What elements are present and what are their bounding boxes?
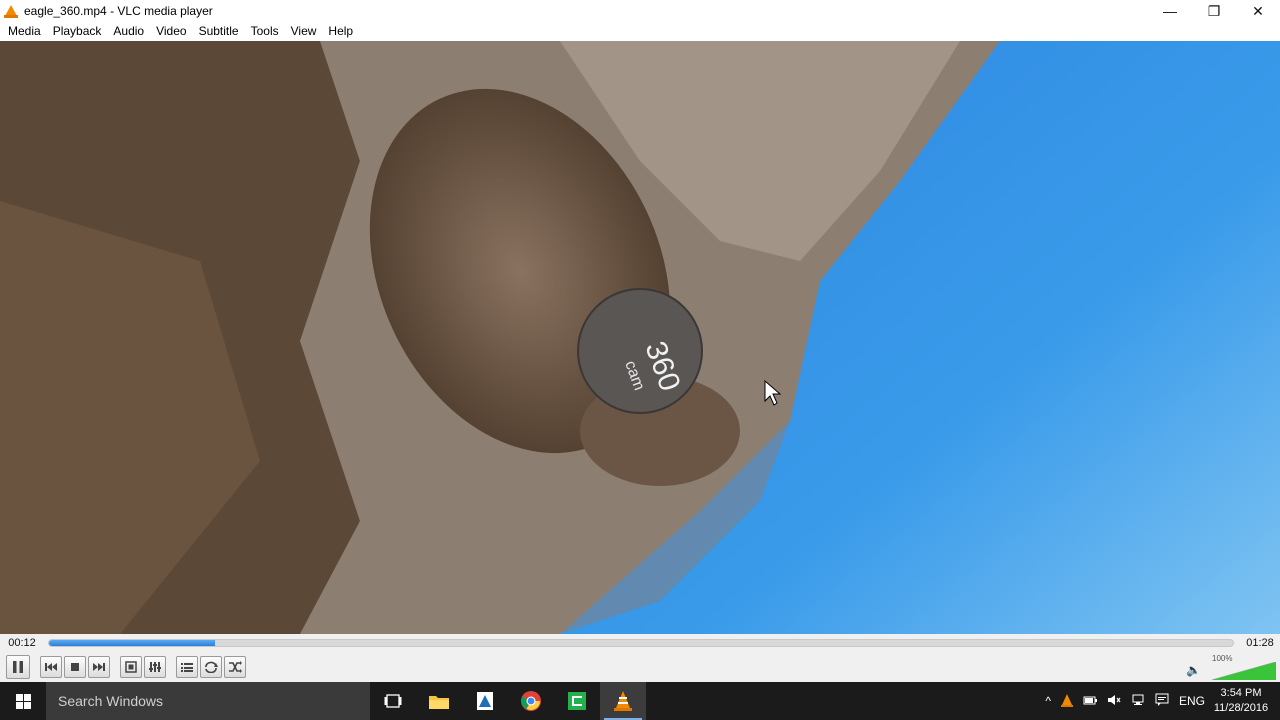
app-button-2[interactable] [462,682,508,720]
menu-video[interactable]: Video [150,22,192,41]
language-indicator[interactable]: ENG [1174,694,1210,708]
video-scene: 360 cam [0,41,1280,634]
action-center-icon[interactable] [1150,693,1174,709]
playlist-icon [181,663,193,672]
menu-playback[interactable]: Playback [47,22,108,41]
seek-bar: 00:12 01:28 [0,634,1280,652]
vlc-cone-icon [4,4,18,18]
elapsed-time: 00:12 [8,637,36,649]
chevron-up-icon[interactable]: ^ [1040,694,1056,708]
playlist-button[interactable] [176,656,198,678]
previous-button[interactable] [40,656,62,678]
vlc-tray-icon[interactable] [1056,693,1078,710]
pause-button[interactable] [6,655,30,679]
window-title: eagle_360.mp4 - VLC media player [24,4,213,18]
app-button-camtasia[interactable] [554,682,600,720]
total-time: 01:28 [1246,637,1274,649]
minimize-button[interactable]: — [1148,0,1192,22]
menu-bar: Media Playback Audio Video Subtitle Tool… [0,22,1280,41]
search-box[interactable]: Search Windows [46,682,370,720]
next-icon [93,663,105,671]
menu-subtitle[interactable]: Subtitle [193,22,245,41]
network-icon[interactable] [1126,694,1150,709]
chrome-button[interactable] [508,682,554,720]
loop-icon [205,661,218,673]
green-app-icon [568,692,586,710]
restore-button[interactable]: ❐ [1192,0,1236,22]
fullscreen-button[interactable] [120,656,142,678]
folder-icon [429,696,449,709]
close-button[interactable]: ✕ [1236,0,1280,22]
stop-button[interactable] [64,656,86,678]
volume-muted-icon[interactable] [1102,694,1126,709]
clock-time: 3:54 PM [1220,687,1262,699]
equalizer-icon [149,662,161,672]
volume-control[interactable]: 🔈 100% [1186,654,1276,680]
vlc-taskbar-button[interactable] [600,682,646,720]
video-frame[interactable]: 360 cam [0,41,1280,634]
taskbar-clock[interactable]: 3:54 PM 11/28/2016 [1210,686,1280,716]
pause-icon [13,661,23,673]
volume-slider[interactable] [1212,662,1276,680]
windows-logo-icon [15,693,31,709]
title-bar: eagle_360.mp4 - VLC media player — ❐ ✕ [0,0,1280,22]
menu-view[interactable]: View [285,22,323,41]
windows-taskbar: Search Windows ^ ENG 3:54 PM 11/28/2016 [0,682,1280,720]
seek-slider[interactable] [48,639,1234,647]
clock-date: 11/28/2016 [1213,702,1269,714]
previous-icon [45,663,57,671]
task-view-icon [384,694,402,708]
loop-button[interactable] [200,656,222,678]
next-button[interactable] [88,656,110,678]
playback-controls: 🔈 100% [0,652,1280,682]
start-button[interactable] [0,682,46,720]
stop-icon [71,663,79,671]
document-app-icon [477,692,493,710]
menu-media[interactable]: Media [2,22,47,41]
system-tray: ^ ENG 3:54 PM 11/28/2016 [1040,682,1280,720]
file-explorer-button[interactable] [416,682,462,720]
menu-audio[interactable]: Audio [107,22,150,41]
shuffle-button[interactable] [224,656,246,678]
menu-help[interactable]: Help [322,22,359,41]
speaker-icon[interactable]: 🔈 [1186,663,1201,677]
fullscreen-icon [125,661,137,673]
menu-tools[interactable]: Tools [245,22,285,41]
shuffle-icon [229,661,242,673]
task-view-button[interactable] [370,682,416,720]
extended-settings-button[interactable] [144,656,166,678]
seek-progress [49,640,215,646]
battery-icon[interactable] [1078,694,1102,708]
vlc-icon [614,691,632,711]
chrome-icon [521,691,541,711]
